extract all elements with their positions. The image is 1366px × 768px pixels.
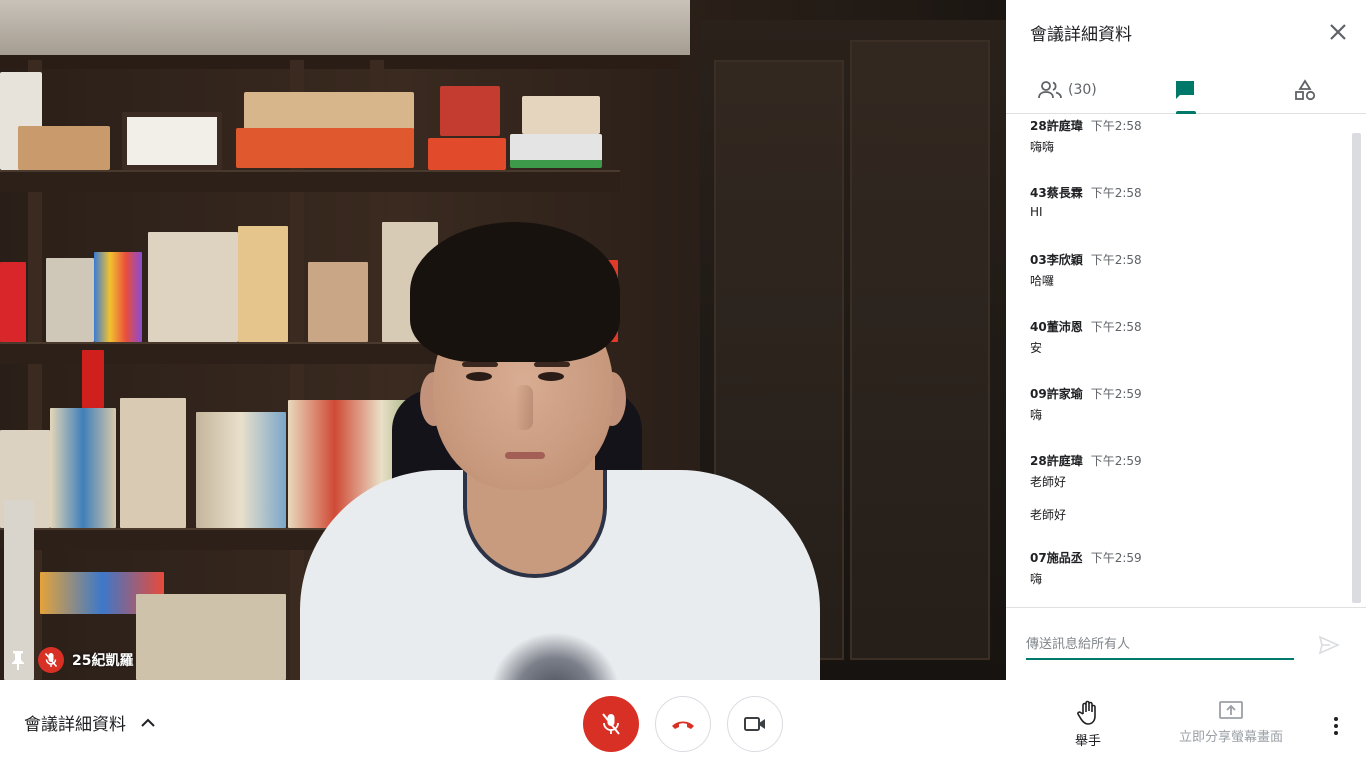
message-text: 老師好 [1030,475,1067,489]
message-time: 下午2:58 [1090,186,1142,200]
present-now-button[interactable]: 立即分享螢幕畫面 [1172,700,1290,745]
message-text: 哈囉 [1030,274,1055,288]
participant-count: (30) [1068,82,1097,98]
video-tile: 25紀凱羅 [0,0,1006,680]
tab-people[interactable]: (30) [1038,66,1097,114]
message-text: 安 [1030,341,1043,355]
chevron-up-icon [141,718,155,727]
shelf [0,170,620,192]
meeting-details-label: 會議詳細資料 [24,715,126,735]
message-sender: 09許家瑜 [1030,387,1083,401]
person-hair [410,222,620,362]
chat-message: 07施品丞 下午2:59 嗨 [1030,549,1142,587]
chat-message: 28許庭瑋 下午2:58 嗨嗨 [1030,117,1142,155]
meeting-details-panel: 會議詳細資料 (30) 28許庭瑋 下午2:58 嗨嗨 43蔡長霖 下午2:58 H… [1006,0,1366,680]
message-sender: 28許庭瑋 [1030,454,1083,468]
bottom-toolbar: 會議詳細資料 舉手 立即分享螢幕畫面 [0,680,1366,768]
mic-off-icon [602,713,620,735]
pin-icon[interactable] [10,650,26,670]
message-text: 嗨嗨 [1030,140,1055,154]
message-sender: 07施品丞 [1030,551,1083,565]
message-time: 下午2:58 [1090,253,1142,267]
chat-scrollbar[interactable] [1352,133,1361,603]
message-time: 下午2:59 [1090,387,1142,401]
chat-composer [1006,607,1366,680]
chat-message: 09許家瑜 下午2:59 嗨 [1030,385,1142,423]
participant-label: 25紀凱羅 [10,647,134,673]
chat-message: 28許庭瑋 下午2:59 老師好 老師好 [1030,452,1142,523]
hang-up-icon [672,721,694,729]
close-panel-button[interactable] [1324,18,1352,46]
send-icon [1318,635,1340,655]
chat-message: 40董沛恩 下午2:58 安 [1030,318,1142,356]
participant-name: 25紀凱羅 [72,653,134,669]
camera-toggle-button[interactable] [727,696,783,752]
raise-hand-label: 舉手 [1074,734,1101,749]
send-button[interactable] [1318,634,1340,656]
chat-message: 43蔡長霖 下午2:58 HI [1030,184,1142,219]
message-sender: 43蔡長霖 [1030,186,1083,200]
chat-icon [1176,81,1194,99]
present-screen-icon [1219,701,1243,719]
active-tab-indicator [1176,111,1196,114]
message-text: 嗨 [1030,572,1043,586]
meeting-details-toggle[interactable]: 會議詳細資料 [24,710,156,735]
message-text: 老師好 [1030,508,1067,522]
chat-message-input[interactable] [1026,630,1294,660]
message-text: HI [1030,205,1043,219]
message-sender: 40董沛恩 [1030,320,1083,334]
raise-hand-icon [1077,700,1096,725]
chat-message: 03李欣穎 下午2:58 哈囉 [1030,251,1142,289]
leave-call-button[interactable] [655,696,711,752]
message-text: 嗨 [1030,408,1043,422]
people-icon [1038,81,1062,99]
close-icon [1330,24,1346,40]
message-sender: 28許庭瑋 [1030,119,1083,133]
message-time: 下午2:58 [1090,320,1142,334]
ceiling [0,0,690,55]
more-vertical-icon [1334,717,1338,735]
more-options-button[interactable] [1322,712,1350,740]
raise-hand-button[interactable]: 舉手 [1064,700,1112,749]
panel-title: 會議詳細資料 [1030,25,1132,45]
message-time: 下午2:59 [1090,551,1142,565]
microphone-toggle-button[interactable] [583,696,639,752]
shapes-icon [1295,79,1316,101]
tab-chat[interactable] [1174,66,1196,114]
message-time: 下午2:59 [1090,454,1142,468]
chat-message-list: 28許庭瑋 下午2:58 嗨嗨 43蔡長霖 下午2:58 HI 03李欣穎 下午2:5… [1006,115,1352,607]
tab-activities[interactable] [1294,66,1316,114]
mic-off-icon [38,647,64,673]
camera-icon [744,717,765,731]
present-label: 立即分享螢幕畫面 [1178,730,1283,745]
message-sender: 03李欣穎 [1030,253,1083,267]
message-time: 下午2:58 [1090,119,1142,133]
panel-tabs: (30) [1006,66,1366,114]
